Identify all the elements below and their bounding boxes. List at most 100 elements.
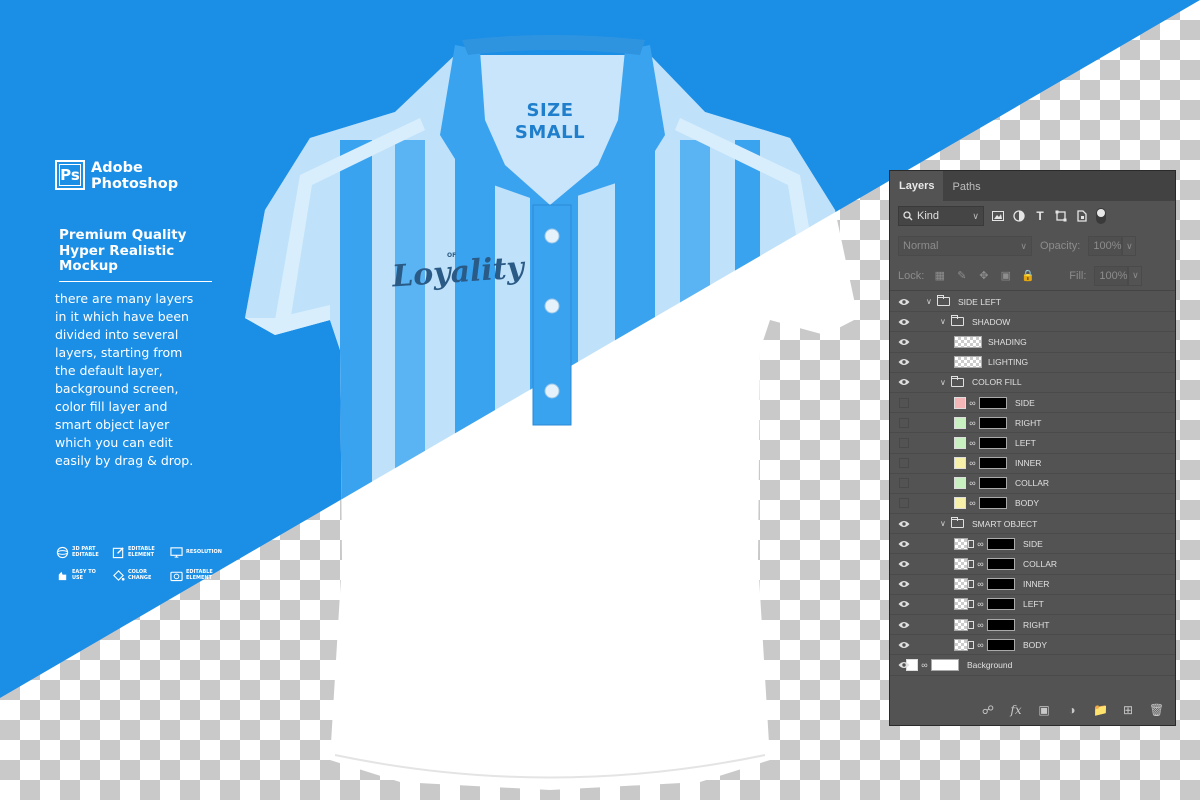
layer-row[interactable]: ∞ SIDE xyxy=(890,534,1175,555)
feature-list: 3D PART EDITABLE EDITABLE ELEMENT RESOLU… xyxy=(56,546,236,582)
layer-row[interactable]: ∞ LEFT xyxy=(890,433,1175,454)
image-filter-icon[interactable] xyxy=(991,209,1005,223)
fill-dropdown-icon[interactable]: ∨ xyxy=(1128,265,1143,286)
color-swatch[interactable] xyxy=(954,416,966,429)
smart-object-thumbnail xyxy=(954,537,968,550)
layer-row[interactable]: ∞ RIGHT xyxy=(890,615,1175,636)
color-swatch[interactable] xyxy=(954,457,966,470)
opacity-input[interactable]: 100% xyxy=(1088,236,1123,256)
layer-thumbnail xyxy=(954,356,982,369)
chevron-down-icon[interactable]: ∨ xyxy=(940,317,946,326)
filter-toggle[interactable] xyxy=(1096,208,1106,224)
chain-link-icon: ∞ xyxy=(969,498,976,509)
divider xyxy=(59,280,212,282)
chain-link-icon: ∞ xyxy=(969,478,976,489)
visibility-toggle-off[interactable] xyxy=(899,397,909,408)
chain-link-icon: ∞ xyxy=(977,639,984,650)
layer-row[interactable]: ∞ LEFT xyxy=(890,595,1175,615)
color-swatch[interactable] xyxy=(954,477,966,490)
3d-part-icon xyxy=(56,546,69,559)
eye-icon[interactable] xyxy=(898,518,910,530)
layer-row[interactable]: ∞ SIDE xyxy=(890,393,1175,414)
lock-move-icon[interactable]: ✥ xyxy=(977,269,990,282)
eye-icon[interactable] xyxy=(898,598,910,610)
layer-row[interactable]: ∞ Background xyxy=(890,655,1175,676)
chevron-down-icon[interactable]: ∨ xyxy=(940,519,946,528)
layer-row[interactable]: ∨ SIDE LEFT xyxy=(890,292,1175,313)
feature-editable: EDITABLE ELEMENT xyxy=(112,546,170,559)
chain-link-icon: ∞ xyxy=(977,559,984,570)
smart-object-icon xyxy=(968,620,974,629)
layer-row[interactable]: SHADING xyxy=(890,332,1175,353)
layer-row[interactable]: ∞ COLLAR xyxy=(890,474,1175,494)
size-label-line1: SIZE xyxy=(526,100,574,121)
lock-brush-icon[interactable]: ✎ xyxy=(955,269,968,282)
lock-artboard-icon[interactable]: ▣ xyxy=(999,269,1012,282)
lock-transparent-icon[interactable]: ▦ xyxy=(933,269,946,282)
smart-object-filter-icon[interactable] xyxy=(1075,209,1089,223)
eye-icon[interactable] xyxy=(898,296,910,308)
layer-name: BODY xyxy=(1023,639,1048,650)
adjustment-filter-icon[interactable] xyxy=(1012,209,1026,223)
layer-row[interactable]: ∨ COLOR FILL xyxy=(890,373,1175,393)
new-layer-icon[interactable]: ⊞ xyxy=(1121,703,1135,717)
eye-icon[interactable] xyxy=(898,578,910,590)
delete-layer-icon[interactable]: 🗑 xyxy=(1149,703,1164,717)
kind-filter-select[interactable]: Kind ∨ xyxy=(898,206,984,226)
eye-icon[interactable] xyxy=(898,356,910,368)
opacity-dropdown-icon[interactable]: ∨ xyxy=(1122,236,1137,256)
chain-link-icon: ∞ xyxy=(977,538,984,549)
chain-link-icon: ∞ xyxy=(921,659,928,670)
shape-filter-icon[interactable] xyxy=(1054,209,1068,223)
color-swatch[interactable] xyxy=(954,497,966,510)
fill-input[interactable]: 100% xyxy=(1094,265,1129,286)
info-panel: Ps Adobe Photoshop Premium Quality Hyper… xyxy=(55,160,215,470)
tab-paths[interactable]: Paths xyxy=(943,181,989,201)
fx-icon[interactable]: fx xyxy=(1009,703,1023,717)
tab-layers[interactable]: Layers xyxy=(890,171,944,201)
eye-icon[interactable] xyxy=(898,538,910,550)
lock-all-icon[interactable]: 🔒 xyxy=(1021,269,1035,282)
eye-icon[interactable] xyxy=(898,558,910,570)
eye-icon[interactable] xyxy=(898,659,910,671)
blend-mode-select[interactable]: Normal ∨ xyxy=(898,236,1032,256)
eye-icon[interactable] xyxy=(898,619,910,631)
layer-row[interactable]: LIGHTING xyxy=(890,353,1175,373)
layer-row[interactable]: ∞ RIGHT xyxy=(890,413,1175,434)
eye-icon[interactable] xyxy=(898,376,910,388)
lock-label: Lock: xyxy=(898,269,925,282)
layer-row[interactable]: ∞ COLLAR xyxy=(890,554,1175,575)
size-label-line2: SMALL xyxy=(514,122,586,143)
visibility-toggle-off[interactable] xyxy=(899,498,909,509)
layer-mask-thumbnail xyxy=(979,477,1007,490)
layer-name: SIDE xyxy=(1015,397,1035,408)
chevron-down-icon[interactable]: ∨ xyxy=(940,378,946,387)
folder-icon xyxy=(951,517,964,529)
chain-link-icon: ∞ xyxy=(977,579,984,590)
new-group-icon[interactable]: 📁 xyxy=(1093,703,1108,717)
layer-name: COLLAR xyxy=(1015,478,1050,489)
smart-object-icon xyxy=(968,640,974,649)
visibility-toggle-off[interactable] xyxy=(899,437,909,448)
chevron-down-icon[interactable]: ∨ xyxy=(926,297,932,306)
layer-row[interactable]: ∞ BODY xyxy=(890,635,1175,656)
link-layers-icon[interactable]: ☍ xyxy=(981,703,995,717)
adjustment-layer-icon[interactable]: ◑ xyxy=(1065,703,1079,717)
layer-row[interactable]: ∞ INNER xyxy=(890,454,1175,474)
visibility-toggle-off[interactable] xyxy=(899,478,909,489)
eye-icon[interactable] xyxy=(898,639,910,651)
add-mask-icon[interactable]: ▣ xyxy=(1037,703,1051,717)
layer-row[interactable]: ∞ BODY xyxy=(890,494,1175,515)
visibility-toggle-off[interactable] xyxy=(899,458,909,469)
premium-heading: Premium Quality Hyper Realistic Mockup xyxy=(55,227,215,275)
eye-icon[interactable] xyxy=(898,336,910,348)
eye-icon[interactable] xyxy=(898,316,910,328)
layer-row[interactable]: ∞ INNER xyxy=(890,575,1175,595)
visibility-toggle-off[interactable] xyxy=(899,417,909,428)
layer-row[interactable]: ∨ SHADOW xyxy=(890,312,1175,333)
layer-row[interactable]: ∨ SMART OBJECT xyxy=(890,514,1175,535)
type-filter-icon[interactable]: T xyxy=(1033,209,1047,223)
color-swatch[interactable] xyxy=(954,396,966,409)
color-swatch[interactable] xyxy=(954,436,966,449)
photoshop-icon: Ps xyxy=(55,160,85,190)
